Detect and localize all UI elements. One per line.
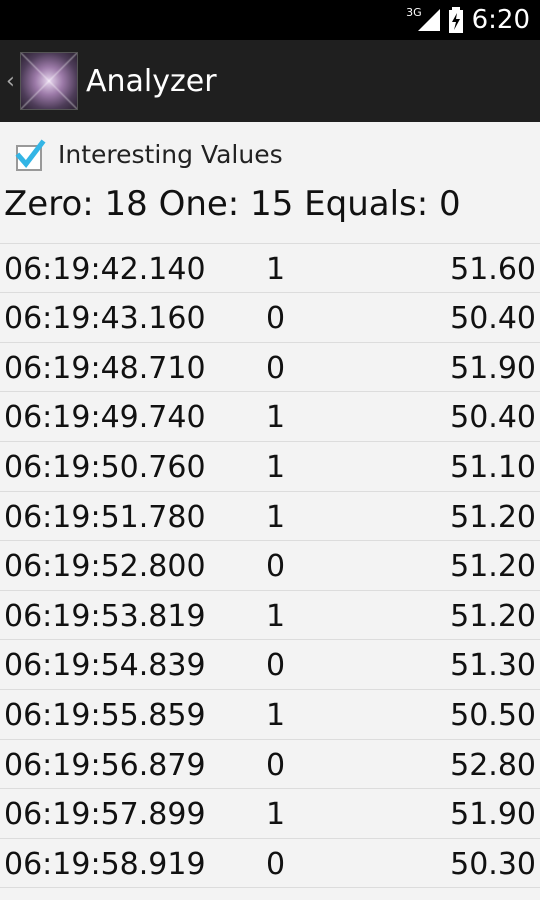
bit-cell: 1 [266,797,286,833]
summary-counts: Zero: 18 One: 15 Equals: 0 [4,184,461,224]
app-icon[interactable] [20,52,78,110]
value-cell: 50.40 [450,400,536,436]
bit-cell: 1 [266,400,286,436]
interesting-values-checkbox-row[interactable]: Interesting Values [14,134,283,174]
checkbox-label: Interesting Values [58,139,283,169]
value-cell: 50.30 [450,846,536,882]
list-item[interactable]: 06:19:56.879 0 52.80 [0,740,540,790]
value-cell: 51.60 [450,251,536,287]
value-cell: 51.90 [450,350,536,386]
app-title: Analyzer [86,63,217,99]
list-item[interactable]: 06:19:58.919 0 50.30 [0,839,540,889]
bit-cell: 1 [266,598,286,634]
bit-cell: 1 [266,251,286,287]
list-item[interactable]: 06:19:42.140 1 51.60 [0,244,540,294]
list-item[interactable]: 06:19:50.760 1 51.10 [0,442,540,492]
list-item[interactable]: 06:19:54.839 0 51.30 [0,640,540,690]
timestamp-cell: 06:19:52.800 [4,549,206,585]
list-item[interactable]: 06:19:51.780 1 51.20 [0,492,540,542]
bit-cell: 0 [266,301,286,337]
bit-cell: 0 [266,549,286,585]
values-list[interactable]: 06:19:41.120050.9006:19:42.140151.6006:1… [0,230,540,900]
clock: 6:20 [471,5,530,35]
value-cell: 51.20 [450,499,536,535]
value-cell: 51.20 [450,598,536,634]
bit-cell: 1 [266,499,286,535]
value-cell: 50.50 [450,698,536,733]
list-item[interactable]: 06:19:55.859 1 50.50 [0,690,540,740]
value-cell: 51.90 [450,797,536,833]
up-caret-icon[interactable]: ‹ [6,69,18,94]
network-type-label: 3G [406,5,422,19]
list-item[interactable]: 06:19:49.740 1 50.40 [0,392,540,442]
list-item[interactable]: 06:19:48.710 0 51.90 [0,343,540,393]
timestamp-cell: 06:19:42.140 [4,251,206,287]
timestamp-cell: 06:19:49.740 [4,400,206,436]
timestamp-cell: 06:19:51.780 [4,499,206,535]
checkmark-icon [15,139,46,168]
value-cell: 50.40 [450,301,536,337]
list-item[interactable]: 06:19:53.819 1 51.20 [0,591,540,641]
timestamp-cell: 06:19:56.879 [4,747,206,783]
bit-cell: 0 [266,350,286,386]
main-content: Interesting Values Zero: 18 One: 15 Equa… [0,122,540,900]
timestamp-cell: 06:19:55.859 [4,698,206,733]
list-item[interactable]: 06:19:52.800 0 51.20 [0,541,540,591]
bit-cell: 0 [266,846,286,882]
value-cell: 51.30 [450,648,536,684]
status-bar: 3G 6:20 [0,0,540,40]
timestamp-cell: 06:19:48.710 [4,350,206,386]
timestamp-cell: 06:19:58.919 [4,846,206,882]
timestamp-cell: 06:19:41.120 [4,230,206,237]
timestamp-cell: 06:19:43.160 [4,301,206,337]
bit-cell: 1 [266,450,286,485]
bit-cell: 0 [266,230,285,237]
timestamp-cell: 06:19:57.899 [4,797,206,833]
list-item[interactable]: 06:19:57.899 1 51.90 [0,789,540,839]
timestamp-cell: 06:19:50.760 [4,450,206,485]
status-icons: 3G 6:20 [406,0,530,40]
timestamp-cell: 06:19:53.819 [4,598,206,634]
interesting-values-checkbox[interactable] [14,139,46,171]
bit-cell: 0 [266,747,286,783]
value-cell: 50.90 [450,230,536,237]
bit-cell: 1 [266,698,286,733]
list-item[interactable]: 06:19:41.120 0 50.90 [0,230,540,244]
timestamp-cell: 06:19:54.839 [4,648,206,684]
bit-cell: 0 [266,648,286,684]
value-cell: 51.10 [450,450,536,485]
action-bar: ‹ Analyzer [0,40,540,122]
value-cell: 52.80 [450,747,536,783]
value-cell: 51.20 [450,549,536,585]
battery-icon [448,7,463,33]
list-item[interactable]: 06:19:43.160 0 50.40 [0,293,540,343]
